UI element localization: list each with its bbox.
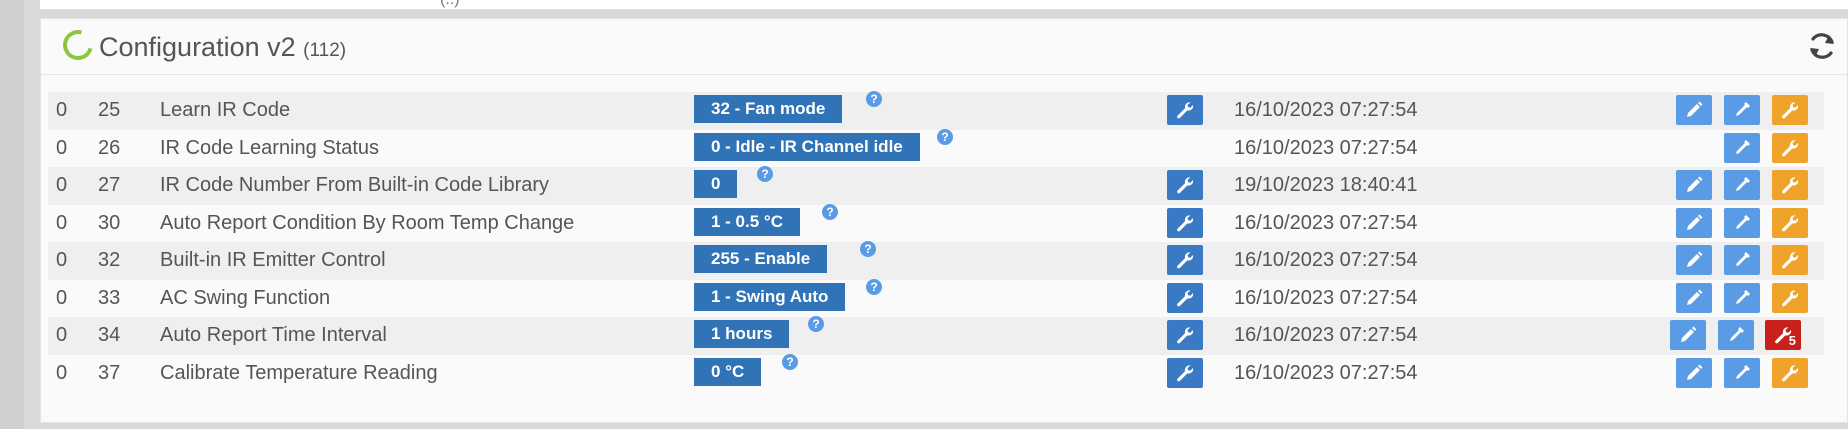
row-parameter-name: Auto Report Condition By Room Temp Chang… xyxy=(160,211,575,234)
row-parameter-id: 30 xyxy=(98,211,121,234)
configure-button[interactable] xyxy=(1772,170,1808,200)
row-parameter-id: 32 xyxy=(98,249,121,271)
previous-panel-fragment: (..) xyxy=(440,0,460,9)
row-instance: 0 xyxy=(56,286,68,309)
row-parameter-id: 37 xyxy=(98,361,121,384)
configuration-table: 0 25 Learn IR Code 32 - Fan mode? 16/10/2023… xyxy=(48,91,1824,392)
table-row: 0 27 IR Code Number From Built-in Code Lib… xyxy=(48,166,1824,205)
configure-button[interactable] xyxy=(1772,245,1808,275)
previous-panel: (..) xyxy=(40,0,1848,10)
configure-button[interactable] xyxy=(1772,282,1808,313)
configure-button[interactable] xyxy=(1772,357,1808,388)
help-icon[interactable]: ? xyxy=(860,241,876,257)
row-date: 16/10/2023 07:27:54 xyxy=(1234,211,1418,234)
pipette-button[interactable] xyxy=(1724,132,1760,163)
row-value-badge: 0 - Idle - IR Channel idle xyxy=(694,132,920,161)
row-date: 16/10/2023 07:27:54 xyxy=(1234,249,1418,271)
row-parameter-id: 25 xyxy=(98,99,121,121)
configure-button[interactable]: 5 xyxy=(1765,320,1801,350)
pipette-button[interactable] xyxy=(1718,320,1754,350)
row-parameter-id: 27 xyxy=(98,174,121,196)
set-value-button[interactable] xyxy=(1167,95,1203,125)
row-instance: 0 xyxy=(56,361,68,384)
row-value-badge: 1 - 0.5 °C xyxy=(694,207,800,236)
row-instance: 0 xyxy=(56,324,68,346)
left-edge xyxy=(0,0,24,429)
row-parameter-name: AC Swing Function xyxy=(160,286,331,309)
panel-count: (112) xyxy=(303,40,347,61)
row-instance: 0 xyxy=(56,99,68,121)
table-row: 0 34 Auto Report Time Interval 1 hours? 16/1… xyxy=(48,316,1824,355)
row-instance: 0 xyxy=(56,174,68,196)
pipette-button[interactable] xyxy=(1724,207,1760,238)
set-value-button[interactable] xyxy=(1167,207,1203,238)
table-row: 0 25 Learn IR Code 32 - Fan mode? 16/10/2023… xyxy=(48,91,1824,130)
edit-button[interactable] xyxy=(1676,245,1712,275)
row-date: 19/10/2023 18:40:41 xyxy=(1234,174,1418,196)
edit-button[interactable] xyxy=(1676,282,1712,313)
row-date: 16/10/2023 07:27:54 xyxy=(1234,99,1418,121)
help-icon[interactable]: ? xyxy=(937,128,953,145)
status-ring-icon xyxy=(57,24,99,66)
row-value-badge: 1 hours xyxy=(694,320,790,348)
row-parameter-name: IR Code Number From Built-in Code Librar… xyxy=(160,174,550,196)
edit-button[interactable] xyxy=(1676,357,1712,388)
row-date: 16/10/2023 07:27:54 xyxy=(1234,136,1418,159)
table-row: 0 32 Built-in IR Emitter Control 255 - Enab… xyxy=(48,241,1824,280)
row-value-badge: 255 - Enable xyxy=(694,245,828,273)
error-count-badge: 5 xyxy=(1788,333,1796,348)
panel-title: Configuration v2 (112) xyxy=(99,32,346,63)
row-instance: 0 xyxy=(56,136,68,159)
set-value-button[interactable] xyxy=(1167,245,1203,275)
table-row: 0 37 Calibrate Temperature Reading 0 °C? 16/… xyxy=(48,353,1824,392)
set-value-button[interactable] xyxy=(1167,282,1203,313)
row-parameter-name: Auto Report Time Interval xyxy=(160,324,387,346)
help-icon[interactable]: ? xyxy=(782,353,798,370)
configuration-panel: Configuration v2 (112) 0 25 Learn IR Code 3… xyxy=(40,18,1848,423)
set-value-button[interactable] xyxy=(1167,357,1203,388)
row-parameter-id: 33 xyxy=(98,286,121,309)
help-icon[interactable]: ? xyxy=(866,91,882,107)
panel-title-text: Configuration v2 xyxy=(99,32,296,62)
help-icon[interactable]: ? xyxy=(866,278,882,295)
edit-button[interactable] xyxy=(1676,95,1712,125)
configure-button[interactable] xyxy=(1772,95,1808,125)
row-parameter-name: Built-in IR Emitter Control xyxy=(160,249,386,271)
row-date: 16/10/2023 07:27:54 xyxy=(1234,286,1418,309)
table-row: 0 26 IR Code Learning Status 0 - Idle - IR … xyxy=(48,128,1824,167)
help-icon[interactable]: ? xyxy=(822,203,838,220)
configure-button[interactable] xyxy=(1772,132,1808,163)
row-value-badge: 0 xyxy=(694,170,738,198)
row-value-badge: 1 - Swing Auto xyxy=(694,282,846,311)
help-icon[interactable]: ? xyxy=(757,166,773,182)
pipette-button[interactable] xyxy=(1724,282,1760,313)
row-parameter-id: 34 xyxy=(98,324,121,346)
row-parameter-id: 26 xyxy=(98,136,121,159)
row-value-badge: 32 - Fan mode xyxy=(694,95,843,123)
pipette-button[interactable] xyxy=(1724,170,1760,200)
row-parameter-name: Calibrate Temperature Reading xyxy=(160,361,438,384)
table-row: 0 33 AC Swing Function 1 - Swing Auto? 16/10… xyxy=(48,278,1824,317)
row-date: 16/10/2023 07:27:54 xyxy=(1234,324,1418,346)
edit-button[interactable] xyxy=(1676,170,1712,200)
row-date: 16/10/2023 07:27:54 xyxy=(1234,361,1418,384)
edit-button[interactable] xyxy=(1676,207,1712,238)
table-row: 0 30 Auto Report Condition By Room Temp Ch… xyxy=(48,203,1824,242)
pipette-button[interactable] xyxy=(1724,357,1760,388)
row-value-badge: 0 °C xyxy=(694,357,762,386)
row-parameter-name: IR Code Learning Status xyxy=(160,136,380,159)
pipette-button[interactable] xyxy=(1724,245,1760,275)
row-instance: 0 xyxy=(56,249,68,271)
row-instance: 0 xyxy=(56,211,68,234)
refresh-icon[interactable] xyxy=(1805,29,1839,63)
edit-button[interactable] xyxy=(1670,320,1706,350)
configure-button[interactable] xyxy=(1772,207,1808,238)
help-icon[interactable]: ? xyxy=(808,316,824,332)
set-value-button[interactable] xyxy=(1167,170,1203,200)
panel-header: Configuration v2 (112) xyxy=(41,19,1847,75)
set-value-button[interactable] xyxy=(1167,320,1203,350)
pipette-button[interactable] xyxy=(1724,95,1760,125)
row-parameter-name: Learn IR Code xyxy=(160,99,291,121)
